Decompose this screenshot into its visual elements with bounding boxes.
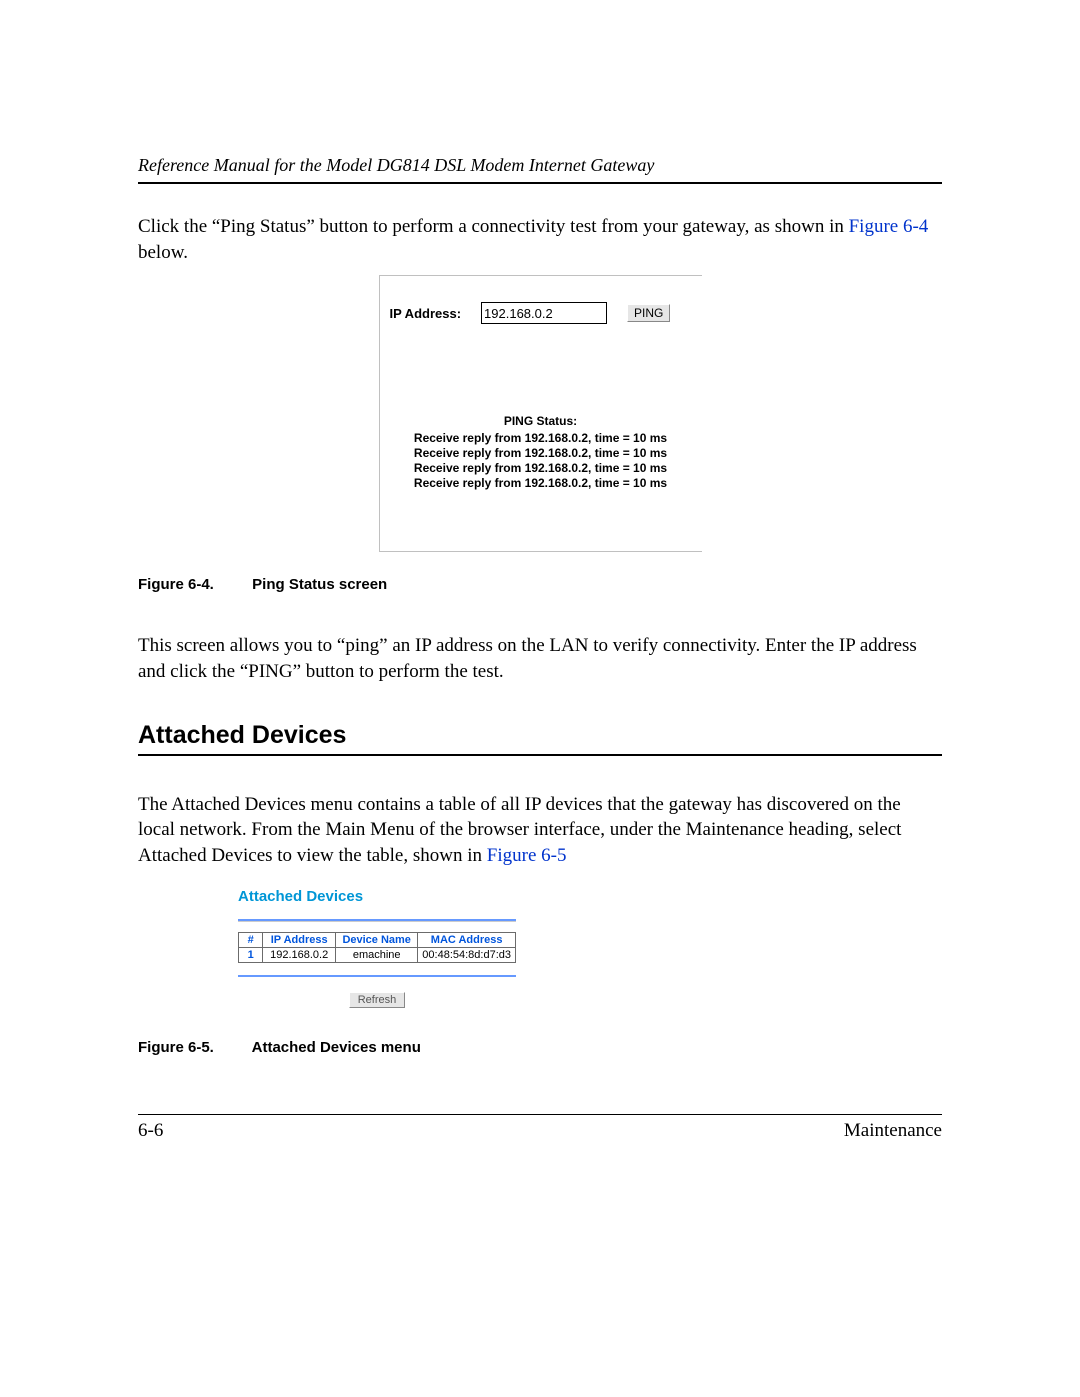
cell-ip: 192.168.0.2 bbox=[263, 948, 336, 963]
divider bbox=[238, 975, 516, 977]
section-heading-attached-devices: Attached Devices bbox=[138, 721, 942, 750]
attached-intro: The Attached Devices menu contains a tab… bbox=[138, 792, 942, 869]
section-rule bbox=[138, 754, 942, 756]
cell-mac: 00:48:54:8d:d7:d3 bbox=[418, 948, 516, 963]
ip-address-input[interactable] bbox=[481, 302, 607, 324]
ping-reply-line: Receive reply from 192.168.0.2, time = 1… bbox=[390, 431, 692, 446]
figure-number: Figure 6-4. bbox=[138, 576, 248, 593]
footer-rule bbox=[138, 1114, 942, 1115]
ping-status-title: PING Status: bbox=[390, 414, 692, 429]
attached-devices-table: # IP Address Device Name MAC Address 1 1… bbox=[238, 932, 516, 963]
figure-6-5: Attached Devices # IP Address Device Nam… bbox=[238, 888, 942, 1009]
table-row: 1 192.168.0.2 emachine 00:48:54:8d:d7:d3 bbox=[239, 948, 516, 963]
col-mac: MAC Address bbox=[418, 933, 516, 948]
ping-reply-line: Receive reply from 192.168.0.2, time = 1… bbox=[390, 446, 692, 461]
figure-6-5-link[interactable]: Figure 6-5 bbox=[487, 845, 567, 866]
cell-device-name: emachine bbox=[336, 948, 418, 963]
divider bbox=[238, 919, 516, 922]
refresh-button[interactable]: Refresh bbox=[349, 992, 406, 1008]
ping-reply-line: Receive reply from 192.168.0.2, time = 1… bbox=[390, 476, 692, 491]
intro-text-b: below. bbox=[138, 242, 188, 263]
page-footer: 6-6 Maintenance bbox=[138, 1114, 942, 1142]
figure-title: Ping Status screen bbox=[252, 576, 387, 593]
col-num: # bbox=[239, 933, 263, 948]
figure-6-5-caption: Figure 6-5. Attached Devices menu bbox=[138, 1039, 942, 1056]
col-ip: IP Address bbox=[263, 933, 336, 948]
attached-devices-title: Attached Devices bbox=[238, 888, 942, 905]
ping-screenshot: IP Address: PING PING Status: Receive re… bbox=[379, 275, 702, 552]
page-number: 6-6 bbox=[138, 1120, 163, 1142]
cell-num: 1 bbox=[239, 948, 263, 963]
intro-paragraph: Click the “Ping Status” button to perfor… bbox=[138, 214, 942, 265]
ip-address-label: IP Address: bbox=[390, 306, 462, 321]
figure-title: Attached Devices menu bbox=[252, 1039, 421, 1056]
figure-number: Figure 6-5. bbox=[138, 1039, 248, 1056]
header-rule bbox=[138, 182, 942, 184]
figure-6-4-link[interactable]: Figure 6-4 bbox=[849, 216, 929, 237]
figure-6-4-caption: Figure 6-4. Ping Status screen bbox=[138, 576, 942, 593]
running-header: Reference Manual for the Model DG814 DSL… bbox=[138, 155, 942, 176]
intro-text-a: Click the “Ping Status” button to perfor… bbox=[138, 216, 849, 237]
ping-reply-line: Receive reply from 192.168.0.2, time = 1… bbox=[390, 461, 692, 476]
section-name: Maintenance bbox=[844, 1120, 942, 1142]
ping-button[interactable]: PING bbox=[627, 304, 670, 322]
col-device-name: Device Name bbox=[336, 933, 418, 948]
ping-description: This screen allows you to “ping” an IP a… bbox=[138, 633, 942, 684]
figure-6-4: IP Address: PING PING Status: Receive re… bbox=[138, 275, 942, 552]
